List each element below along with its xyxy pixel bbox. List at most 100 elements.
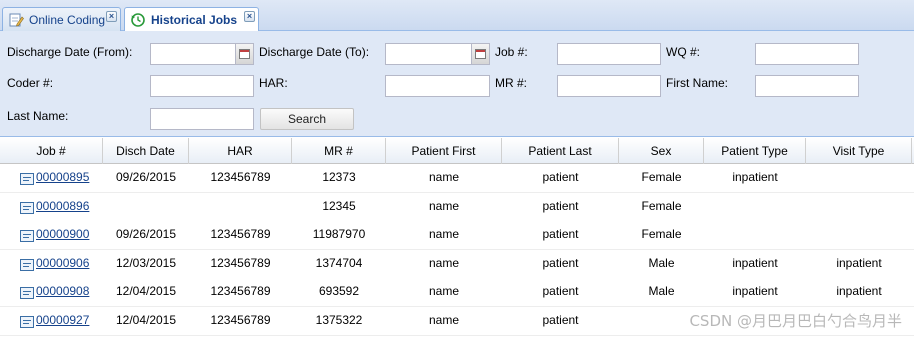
job-link[interactable]: 00000896 [36, 193, 89, 219]
table-row[interactable]: 00000896 12345 name patient Female [0, 192, 914, 222]
column-header-patient-first[interactable]: Patient First [386, 138, 502, 164]
cell-job: 00000908 [0, 278, 103, 306]
cell-patient-last: patient [542, 170, 579, 184]
last-name-label: Last Name: [7, 109, 69, 123]
column-header-patient-type[interactable]: Patient Type [704, 138, 806, 164]
table-row[interactable]: 00000900 09/26/2015 123456789 11987970 name p… [0, 221, 914, 250]
close-icon[interactable]: × [244, 11, 255, 22]
watermark: CSDN @月巴月巴白勺合鸟月半 [689, 312, 902, 330]
discharge-from-label: Discharge Date (From): [7, 45, 133, 59]
mr-number-input[interactable] [557, 75, 661, 97]
column-header-patient-last[interactable]: Patient Last [502, 138, 619, 164]
cell-sex: Female [641, 198, 682, 213]
calendar-icon [475, 49, 486, 59]
discharge-to-label: Discharge Date (To): [259, 45, 370, 59]
coder-number-label: Coder #: [7, 76, 54, 90]
discharge-from-input[interactable] [150, 43, 236, 65]
first-name-input[interactable] [755, 75, 859, 97]
job-detail-icon[interactable] [20, 201, 34, 214]
discharge-to-input[interactable] [385, 43, 472, 65]
cell-sex: Male [648, 284, 675, 298]
last-name-input[interactable] [150, 108, 254, 130]
cell-mr: 11987970 [312, 227, 366, 241]
search-button[interactable]: Search [260, 108, 354, 130]
tab-historical-jobs[interactable]: Historical Jobs × [124, 7, 259, 32]
job-link[interactable]: 00000908 [36, 278, 89, 304]
column-header-job[interactable]: Job # [0, 138, 103, 164]
column-header-disch-date[interactable]: Disch Date [103, 138, 189, 164]
cell-visit-type: inpatient [836, 284, 882, 298]
search-filter-panel: Discharge Date (From): Discharge Date (T… [0, 31, 914, 137]
cell-patient-first: name [428, 312, 460, 327]
har-label: HAR: [259, 76, 288, 90]
cell-patient-type [704, 193, 806, 221]
tab-label: Online Coding [29, 12, 106, 27]
calendar-icon [239, 49, 250, 59]
cell-sex: Male [648, 255, 675, 270]
cell-patient-first: name [428, 255, 460, 270]
cell-patient-type: inpatient [732, 284, 778, 298]
cell-sex: Female [641, 170, 682, 184]
coder-number-input[interactable] [150, 75, 254, 97]
cell-disch-date: 12/03/2015 [115, 255, 177, 270]
cell-patient-type: inpatient [732, 170, 778, 184]
table-row[interactable]: 00000895 09/26/2015 123456789 12373 name pati… [0, 164, 914, 193]
job-link[interactable]: 00000895 [36, 164, 89, 190]
job-detail-icon[interactable] [20, 173, 34, 185]
table-row[interactable]: 00000908 12/04/2015 123456789 693592 name pat… [0, 278, 914, 307]
cell-patient-first: name [428, 284, 460, 298]
cell-patient-first: name [428, 227, 460, 241]
cell-patient-first: name [428, 198, 460, 213]
wq-number-label: WQ #: [666, 45, 701, 59]
job-number-input[interactable] [557, 43, 661, 65]
cell-patient-last: patient [542, 255, 579, 270]
cell-mr: 1375322 [315, 312, 363, 327]
job-detail-icon[interactable] [20, 315, 34, 328]
cell-mr: 12373 [322, 170, 356, 184]
cell-visit-type [806, 221, 912, 249]
cell-patient-type [704, 221, 806, 249]
cell-har: 123456789 [210, 312, 271, 327]
cell-mr: 693592 [318, 284, 360, 298]
cell-har: 123456789 [210, 255, 271, 270]
job-link[interactable]: 00000906 [36, 250, 89, 276]
history-clock-icon [130, 12, 146, 28]
job-number-label: Job #: [495, 45, 528, 59]
cell-har: 123456789 [210, 227, 271, 241]
close-icon[interactable]: × [106, 11, 117, 22]
cell-job: 00000900 [0, 221, 103, 249]
cell-mr: 1374704 [315, 255, 363, 270]
cell-disch-date [103, 193, 189, 221]
edit-document-icon [8, 12, 24, 28]
mr-number-label: MR #: [495, 76, 528, 90]
cell-job: 00000927 [0, 307, 103, 335]
table-row[interactable]: 00000906 12/03/2015 123456789 1374704 name pa… [0, 249, 914, 279]
cell-job: 00000906 [0, 250, 103, 278]
cell-patient-last: patient [542, 284, 579, 298]
column-header-mr[interactable]: MR # [292, 138, 386, 164]
date-picker-button[interactable] [236, 43, 254, 65]
column-header-har[interactable]: HAR [189, 138, 292, 164]
date-picker-button[interactable] [472, 43, 490, 65]
first-name-label: First Name: [666, 76, 729, 90]
job-detail-icon[interactable] [20, 287, 34, 299]
cell-patient-last: patient [542, 312, 579, 327]
cell-job: 00000895 [0, 164, 103, 192]
job-link[interactable]: 00000927 [36, 307, 89, 333]
cell-patient-type: inpatient [732, 255, 778, 270]
cell-har: 123456789 [210, 284, 271, 298]
job-link[interactable]: 00000900 [36, 221, 89, 247]
har-input[interactable] [385, 75, 490, 97]
job-detail-icon[interactable] [20, 230, 34, 242]
column-header-visit-type[interactable]: Visit Type [806, 138, 912, 164]
cell-visit-type [806, 164, 912, 192]
cell-disch-date: 12/04/2015 [115, 312, 177, 327]
cell-job: 00000896 [0, 193, 103, 221]
cell-disch-date: 12/04/2015 [115, 284, 177, 298]
column-header-sex[interactable]: Sex [619, 138, 704, 164]
job-detail-icon[interactable] [20, 258, 34, 271]
cell-mr: 12345 [322, 198, 356, 213]
cell-har: 123456789 [210, 170, 271, 184]
tab-online-coding[interactable]: Online Coding × [2, 7, 121, 31]
wq-number-input[interactable] [755, 43, 859, 65]
